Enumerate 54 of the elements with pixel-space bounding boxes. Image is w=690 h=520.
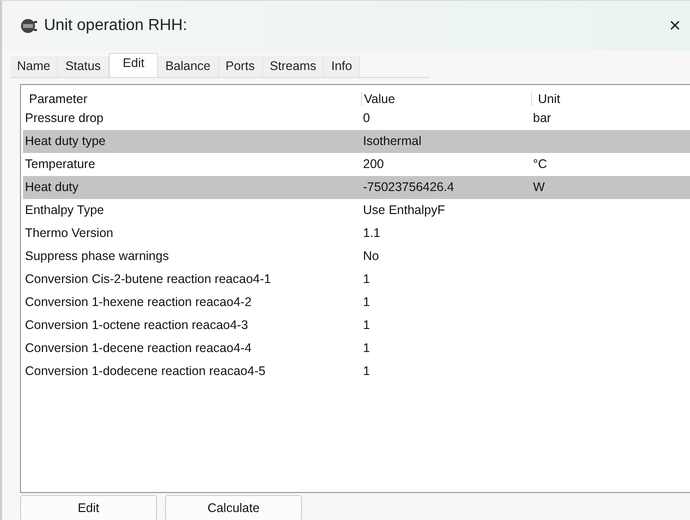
tab[interactable]: Info — [324, 56, 360, 77]
table-cell-text: 1 — [362, 272, 371, 286]
table-cell-text: Conversion 1-octene reaction reacao4-3 — [24, 318, 250, 332]
table-cell-text: Conversion 1-decene reaction reacao4-4 — [24, 341, 253, 356]
table-cell-text: Conversion 1-dodecene reaction reacao4-5 — [24, 364, 266, 378]
table-row[interactable]: Heat duty -75023756426.4 W — [23, 176, 690, 199]
tab[interactable]: Edit — [108, 52, 158, 77]
tab[interactable]: Status — [58, 56, 109, 77]
unit-icon — [20, 18, 38, 34]
table-cell-text: 0 — [362, 111, 371, 126]
table-row[interactable]: Conversion Cis-2-butene reaction reacao4-1 1 — [23, 268, 690, 291]
table-cell-text: °C — [532, 157, 548, 172]
table-cell-text: Conversion 1-hexene reaction reacao4-2 — [24, 295, 253, 310]
table-cell-text: Use EnthalpyF — [362, 203, 446, 218]
column-header: Value — [361, 92, 531, 106]
table-row[interactable]: Heat duty type Isothermal — [23, 130, 690, 153]
table-row[interactable]: Conversion 1-decene reaction reacao4-4 1 — [23, 336, 690, 360]
table-cell-text: Heat duty type — [24, 134, 107, 148]
table-cell-text: Isothermal — [362, 134, 422, 148]
column-header: Unit — [531, 92, 690, 106]
column-header: Parameter — [28, 92, 88, 106]
table-cell-text: W — [532, 180, 546, 194]
table-cell-text: 200 — [362, 157, 385, 172]
table-cell-text: 1 — [362, 341, 371, 356]
table-cell-text: Heat duty — [24, 180, 80, 194]
table-cell-text: Enthalpy Type — [24, 203, 105, 218]
table-cell-text: Suppress phase warnings — [24, 249, 170, 264]
table-cell-text: 1.1 — [362, 226, 382, 240]
table-cell-text: bar — [532, 111, 552, 126]
table-row[interactable]: Temperature 200 °C — [23, 152, 690, 176]
table-row[interactable]: Suppress phase warnings No — [23, 244, 690, 268]
table-cell-text: Temperature — [24, 157, 96, 172]
table-row[interactable]: Enthalpy Type Use EnthalpyF — [23, 198, 690, 222]
table-cell-text: 1 — [362, 295, 371, 310]
table-cell-text: Pressure drop — [24, 111, 105, 126]
tab[interactable]: Ports — [218, 56, 263, 77]
table-cell-text: 1 — [362, 364, 371, 378]
table-row[interactable]: Conversion 1-octene reaction reacao4-3 1 — [23, 314, 690, 337]
table-row[interactable]: Conversion 1-dodecene reaction reacao4-5 1 — [23, 360, 690, 383]
action-button[interactable]: Edit — [20, 495, 157, 520]
tab[interactable]: Streams — [262, 56, 324, 77]
table-row[interactable]: Pressure drop 0 bar — [23, 106, 690, 130]
table-cell-text: No — [362, 249, 380, 264]
table-cell-text: -75023756426.4 — [362, 180, 456, 194]
table-cell-text: Thermo Version — [24, 226, 114, 240]
table-row[interactable]: Conversion 1-hexene reaction reacao4-2 1 — [23, 290, 690, 314]
action-button[interactable]: Calculate — [165, 495, 302, 520]
tab[interactable]: Balance — [158, 56, 219, 77]
table-row[interactable]: Thermo Version 1.1 — [23, 222, 690, 245]
table-cell-text: Conversion Cis-2-butene reaction reacao4-1 — [24, 272, 272, 286]
window-title: Unit operation RHH: — [44, 17, 188, 35]
tab[interactable]: Name — [10, 56, 58, 77]
table-cell-text: 1 — [362, 318, 371, 332]
close-button[interactable]: × — [660, 14, 690, 38]
